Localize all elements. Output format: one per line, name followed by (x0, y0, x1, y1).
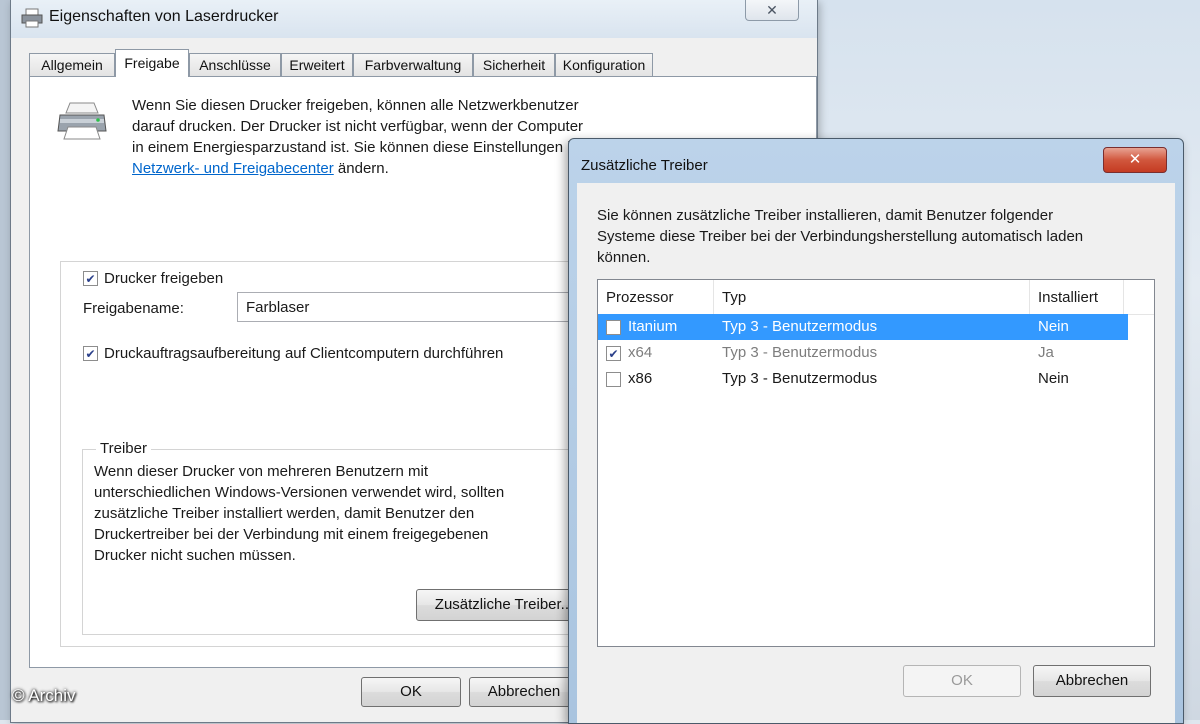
drivers-list[interactable]: Prozessor Typ Installiert Itanium Typ 3 -… (597, 279, 1155, 647)
tab-freigabe[interactable]: Freigabe (115, 49, 189, 77)
intro-line: darauf drucken. Der Drucker ist nicht ve… (132, 118, 584, 135)
desc-line: Systeme diese Treiber bei der Verbindung… (597, 228, 1084, 245)
drivers-text-line: Druckertreiber bei der Verbindung mit ei… (94, 526, 489, 543)
network-sharing-center-link[interactable]: Netzwerk- und Freigabecenter (132, 160, 334, 177)
list-item[interactable]: x86 Typ 3 - Benutzermodus Nein (598, 366, 1128, 392)
background-window-edge (0, 0, 10, 720)
ok-button[interactable]: OK (361, 677, 461, 707)
close-icon: ✕ (1128, 151, 1142, 168)
installed-cell: Ja (1038, 344, 1054, 361)
share-name-label: Freigabename: (83, 300, 184, 317)
tab-farbverwaltung[interactable]: Farbverwaltung (353, 53, 473, 76)
column-header-processor[interactable]: Prozessor (598, 280, 714, 314)
column-header-installed[interactable]: Installiert (1030, 280, 1124, 314)
list-header: Prozessor Typ Installiert (598, 280, 1154, 315)
type-cell: Typ 3 - Benutzermodus (722, 370, 878, 387)
drivers-text-line: unterschiedlichen Windows-Versionen verw… (94, 484, 505, 501)
driver-checkbox[interactable]: ✔ (606, 346, 621, 361)
cancel-button[interactable]: Abbrechen (469, 677, 579, 707)
intro-suffix: ändern. (333, 160, 389, 177)
share-printer-checkbox[interactable]: ✔ (83, 271, 98, 286)
drivers-description: Wenn dieser Drucker von mehreren Benutze… (94, 461, 574, 566)
copyright-watermark: © Archiv (12, 686, 76, 705)
tab-konfiguration[interactable]: Konfiguration (555, 53, 653, 76)
processor-cell: x86 (628, 370, 653, 387)
installed-cell: Nein (1038, 370, 1069, 387)
printer-icon (57, 102, 107, 140)
render-jobs-checkbox[interactable]: ✔ (83, 346, 98, 361)
close-button[interactable]: ✕ (1103, 147, 1167, 173)
processor-cell: Itanium (628, 318, 678, 335)
column-header-type[interactable]: Typ (714, 280, 1030, 314)
title-bar: Eigenschaften von Laserdrucker ✕ (11, 0, 817, 38)
drivers-description: Sie können zusätzliche Treiber installie… (597, 205, 1137, 268)
tab-allgemein[interactable]: Allgemein (29, 53, 115, 76)
dialog-title: Zusätzliche Treiber (581, 157, 708, 174)
drivers-group-title: Treiber (96, 440, 151, 457)
additional-drivers-button[interactable]: Zusätzliche Treiber... (416, 589, 592, 621)
list-item[interactable]: ✔ x64 Typ 3 - Benutzermodus Ja (598, 340, 1128, 366)
share-printer-label: Drucker freigeben (104, 270, 224, 287)
printer-icon (21, 8, 43, 28)
close-button[interactable]: ✕ (745, 0, 799, 21)
type-cell: Typ 3 - Benutzermodus (722, 344, 878, 361)
share-name-input[interactable]: Farblaser (237, 292, 617, 322)
render-jobs-checkbox-row[interactable]: ✔ Druckauftragsaufbereitung auf Clientco… (83, 345, 503, 362)
driver-checkbox[interactable] (606, 372, 621, 387)
drivers-text-line: Wenn dieser Drucker von mehreren Benutze… (94, 463, 429, 480)
ok-button[interactable]: OK (903, 665, 1021, 697)
drivers-text-line: Drucker nicht suchen müssen. (94, 547, 296, 564)
drivers-text-line: zusätzliche Treiber installiert werden, … (94, 505, 475, 522)
close-icon: ✕ (766, 2, 778, 18)
processor-cell: x64 (628, 344, 653, 361)
desc-line: Sie können zusätzliche Treiber installie… (597, 207, 1054, 224)
desc-line: können. (597, 249, 651, 266)
driver-checkbox[interactable] (606, 320, 621, 335)
tab-anschluesse[interactable]: Anschlüsse (189, 53, 281, 76)
additional-drivers-dialog: Zusätzliche Treiber ✕ Sie können zusätzl… (568, 138, 1184, 724)
tab-sicherheit[interactable]: Sicherheit (473, 53, 555, 76)
cancel-button[interactable]: Abbrechen (1033, 665, 1151, 697)
installed-cell: Nein (1038, 318, 1069, 335)
dialog-title: Eigenschaften von Laserdrucker (49, 8, 279, 25)
share-printer-checkbox-row[interactable]: ✔ Drucker freigeben (83, 270, 223, 287)
tab-erweitert[interactable]: Erweitert (281, 53, 353, 76)
list-item[interactable]: Itanium Typ 3 - Benutzermodus Nein (598, 314, 1128, 340)
type-cell: Typ 3 - Benutzermodus (722, 318, 878, 335)
intro-line: Wenn Sie diesen Drucker freigeben, könne… (132, 97, 579, 114)
render-jobs-label: Druckauftragsaufbereitung auf Clientcomp… (104, 345, 504, 362)
dialog-content: Sie können zusätzliche Treiber installie… (577, 183, 1175, 723)
